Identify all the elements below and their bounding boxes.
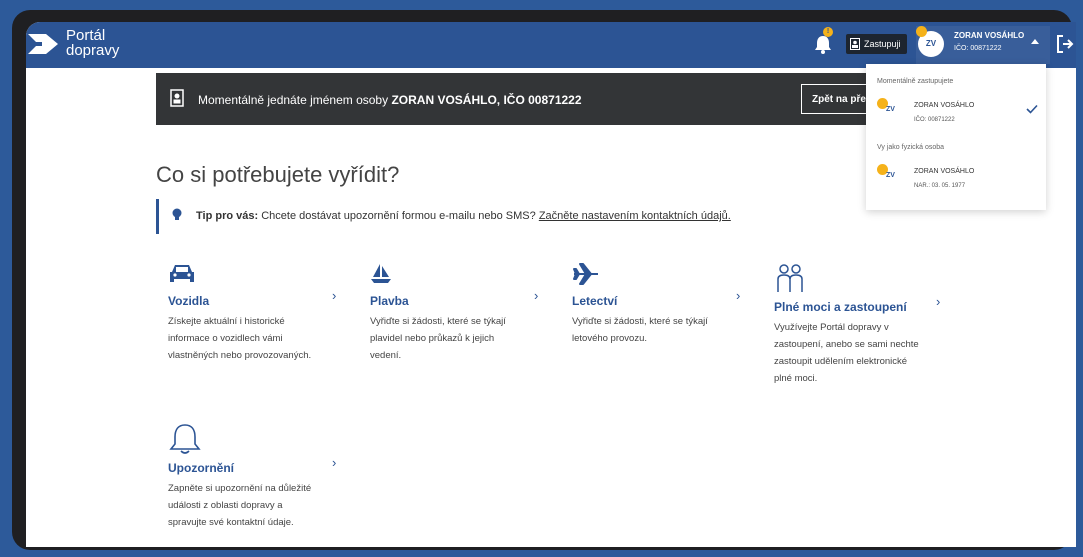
desc-line: plné moci. xyxy=(774,373,818,384)
account-dropdown: Momentálně zastupujete ZV ZORAN VOSÁHLO … xyxy=(866,64,1046,210)
dropdown-item-name: ZORAN VOSÁHLO xyxy=(914,168,975,175)
tip-text: Tip pro vás: Chcete dostávat upozornění … xyxy=(196,210,731,222)
dropdown-item-personal[interactable]: ZV ZORAN VOSÁHLO NAR.: 03. 05. 1977 xyxy=(866,158,1046,200)
airplane-icon xyxy=(573,263,598,285)
user-name[interactable]: ZORAN VOSÁHLO xyxy=(954,31,1024,40)
desc-line: spravujte své kontaktní údaje. xyxy=(168,517,294,528)
tile-vozidla-desc: Získejte aktuální i historické informace… xyxy=(168,313,311,364)
tile-plavba-desc: Vyřiďte si žádosti, které se týkají plav… xyxy=(370,313,506,364)
person-badge-icon xyxy=(170,89,184,107)
people-icon xyxy=(777,264,803,292)
dropdown-item-sub: IČO: 00871222 xyxy=(914,117,955,123)
dropdown-section-current: Momentálně zastupujete xyxy=(877,78,954,85)
zastupuji-label: Zastupuji xyxy=(864,39,901,49)
brand-line-2: dopravy xyxy=(66,42,120,59)
check-icon xyxy=(1026,104,1038,114)
avatar-status-badge xyxy=(916,26,927,37)
brand-line-1: Portál xyxy=(66,27,106,44)
person-card-icon xyxy=(850,38,860,50)
dropdown-item-sub: NAR.: 03. 05. 1977 xyxy=(914,183,966,189)
desc-line: zastoupit udělením elektronické xyxy=(774,356,908,367)
desc-line: vlastněných nebo provozovaných. xyxy=(168,350,312,361)
dropdown-avatar-initials: ZV xyxy=(886,106,895,113)
zastupuji-button[interactable]: Zastupuji xyxy=(846,34,907,54)
page-title: Co si potřebujete vyřídit? xyxy=(156,162,400,187)
tile-upozorneni-title[interactable]: Upozornění xyxy=(168,461,234,475)
caret-up-icon[interactable] xyxy=(1031,39,1039,44)
tile-upozorneni-desc: Zapněte si upozornění na důležité událos… xyxy=(168,480,311,531)
desc-line: Využívejte Portál dopravy v xyxy=(774,322,889,333)
desc-line: plavidel nebo průkazů k jejich xyxy=(370,333,495,344)
tile-letectvi-desc: Vyřiďte si žádosti, které se týkají leto… xyxy=(572,313,708,347)
desc-line: události z oblasti dopravy a xyxy=(168,500,283,511)
desc-line: zastoupení, anebo se sami nechte xyxy=(774,339,919,350)
dropdown-item-representing[interactable]: ZV ZORAN VOSÁHLO IČO: 00871222 xyxy=(866,92,1046,134)
banner-text: Momentálně jednáte jménem osoby ZORAN VO… xyxy=(198,93,582,107)
lightbulb-icon xyxy=(172,208,182,220)
top-header: Portál dopravy ! Zastupuji ZV ZORAN VOSÁ… xyxy=(26,22,1076,68)
tile-letectvi-title[interactable]: Letectví xyxy=(572,294,617,308)
tile-plavba-title[interactable]: Plavba xyxy=(370,294,409,308)
desc-line: letového provozu. xyxy=(572,333,647,344)
user-ico: IČO: 00871222 xyxy=(954,45,1002,52)
tile-plne-moci-chevron-icon[interactable]: › xyxy=(936,294,940,309)
car-icon xyxy=(170,265,194,282)
dropdown-avatar-initials: ZV xyxy=(886,172,895,179)
dropdown-section-personal: Vy jako fyzická osoba xyxy=(877,144,945,151)
desc-line: Zapněte si upozornění na důležité xyxy=(168,483,312,494)
notification-badge: ! xyxy=(823,27,833,37)
tip-label: Tip pro vás: xyxy=(196,210,259,222)
notifications-bell-icon[interactable] xyxy=(812,33,834,55)
dropdown-avatar: ZV xyxy=(877,98,897,118)
desc-line: vedení. xyxy=(370,350,402,361)
tile-vozidla-chevron-icon[interactable]: › xyxy=(332,288,336,303)
app-screen: Portál dopravy ! Zastupuji ZV ZORAN VOSÁ… xyxy=(26,22,1076,547)
tip-message: Chcete dostávat upozornění formou e-mail… xyxy=(258,210,539,222)
portal-logo-icon[interactable] xyxy=(28,30,62,58)
contact-settings-link[interactable]: Začněte nastavením kontaktních údajů. xyxy=(539,210,731,222)
desc-line: informace o vozidlech vámi xyxy=(168,333,283,344)
desc-line: Získejte aktuální i historické xyxy=(168,316,285,327)
sailboat-icon xyxy=(371,264,391,283)
tile-plavba-chevron-icon[interactable]: › xyxy=(534,288,538,303)
tile-letectvi-chevron-icon[interactable]: › xyxy=(736,288,740,303)
banner-text-prefix: Momentálně jednáte jménem osoby xyxy=(198,93,392,107)
bell-outline-icon xyxy=(169,424,201,454)
brand-name[interactable]: Portál dopravy xyxy=(66,28,119,58)
tile-plne-moci-title[interactable]: Plné moci a zastoupení xyxy=(774,300,907,314)
dropdown-avatar: ZV xyxy=(877,164,897,184)
desc-line: Vyřiďte si žádosti, které se týkají xyxy=(370,316,506,327)
desc-line: Vyřiďte si žádosti, které se týkají xyxy=(572,316,708,327)
tile-vozidla-title[interactable]: Vozidla xyxy=(168,294,209,308)
tile-upozorneni-chevron-icon[interactable]: › xyxy=(332,455,336,470)
dropdown-item-name: ZORAN VOSÁHLO xyxy=(914,102,975,109)
banner-text-bold: ZORAN VOSÁHLO, IČO 00871222 xyxy=(391,93,582,107)
logout-icon[interactable] xyxy=(1056,34,1074,54)
tile-plne-moci-desc: Využívejte Portál dopravy v zastoupení, … xyxy=(774,319,919,387)
